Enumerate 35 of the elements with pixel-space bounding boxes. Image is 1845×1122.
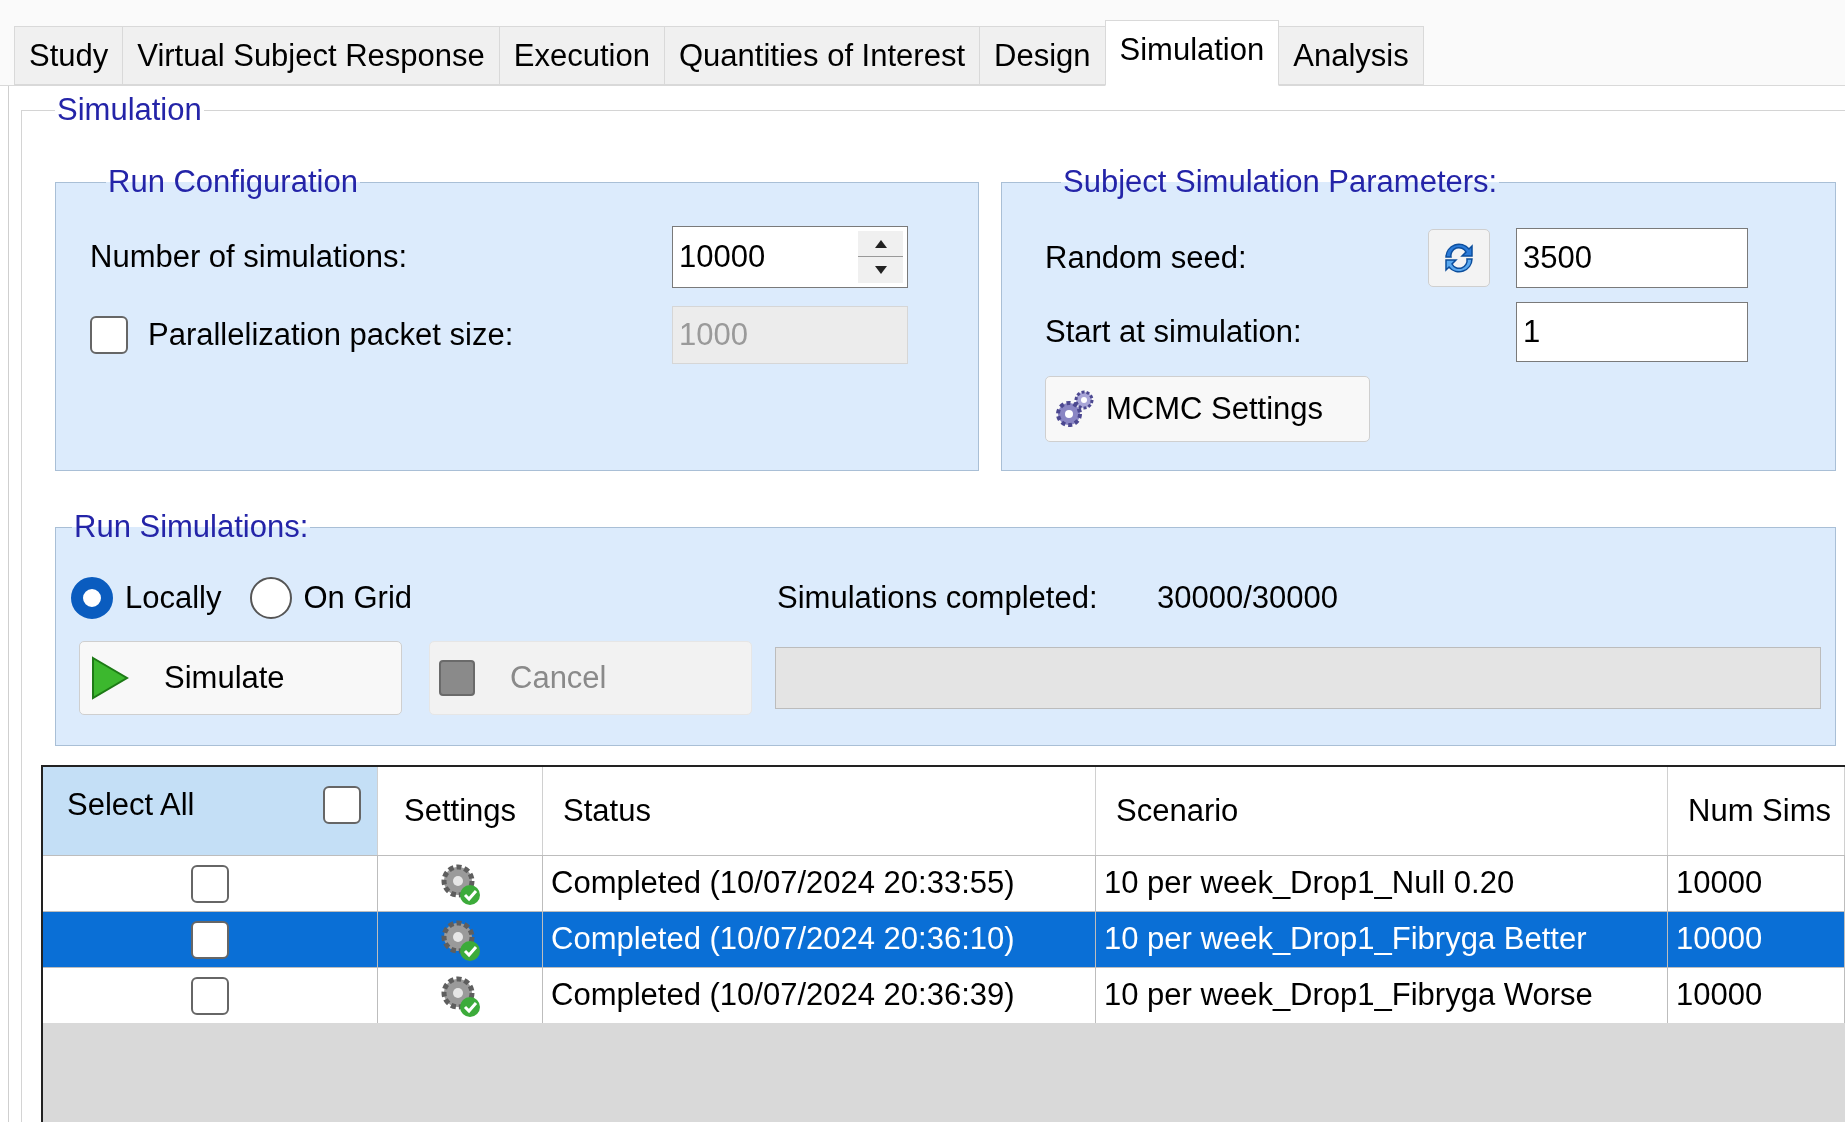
- radio-button[interactable]: On Grid: [249, 574, 413, 622]
- table-row[interactable]: Completed (10/07/2024 20:36:39) 10 per week_Drop1_Fibryga Worse 10000: [43, 967, 1845, 1023]
- table-cell: 10000: [1668, 968, 1845, 1023]
- field-label: Start at simulation:: [1045, 312, 1303, 351]
- tab[interactable]: Study: [14, 26, 124, 85]
- table-row[interactable]: Completed (10/07/2024 20:36:10) 10 per week_Drop1_Fibryga Better 10000: [43, 911, 1845, 967]
- tab[interactable]: Simulation: [1104, 20, 1280, 86]
- stop-icon: [438, 659, 476, 697]
- status-value: 30000/30000: [1157, 578, 1339, 617]
- checkbox-label: Parallelization packet size:: [148, 315, 514, 354]
- field-label: Random seed:: [1045, 238, 1248, 277]
- input-field[interactable]: 1: [1516, 302, 1748, 362]
- tab[interactable]: Virtual Subject Response: [122, 26, 500, 85]
- table-cell: 10 per week_Drop1_Fibryga Worse: [1096, 968, 1668, 1023]
- tab[interactable]: Design: [979, 26, 1106, 85]
- mcmc-settings-button[interactable]: MCMC Settings: [1045, 376, 1370, 442]
- checkbox[interactable]: [191, 976, 229, 1015]
- table-row[interactable]: Completed (10/07/2024 20:33:55) 10 per week_Drop1_Null 0.20 10000: [43, 855, 1845, 911]
- play-icon: [90, 655, 130, 701]
- field-label: Number of simulations:: [90, 237, 408, 276]
- select-all-label: Select All: [67, 785, 196, 824]
- table-cell: Completed (10/07/2024 20:36:39): [543, 968, 1096, 1023]
- input-field[interactable]: 3500: [1516, 228, 1748, 288]
- simulate-button[interactable]: Simulate: [79, 641, 402, 715]
- tab[interactable]: Quantities of Interest: [663, 26, 980, 85]
- tab[interactable]: Execution: [498, 26, 665, 85]
- group-title: Simulation: [56, 92, 203, 128]
- status-label: Simulations completed:: [777, 578, 1099, 617]
- radio-button[interactable]: Locally: [71, 574, 222, 622]
- tab[interactable]: Analysis: [1278, 26, 1424, 85]
- checkbox[interactable]: [191, 864, 229, 903]
- gears-icon: [1054, 388, 1096, 430]
- checkbox[interactable]: [191, 920, 229, 959]
- refresh-button[interactable]: [1428, 229, 1490, 287]
- checkbox[interactable]: [323, 786, 361, 824]
